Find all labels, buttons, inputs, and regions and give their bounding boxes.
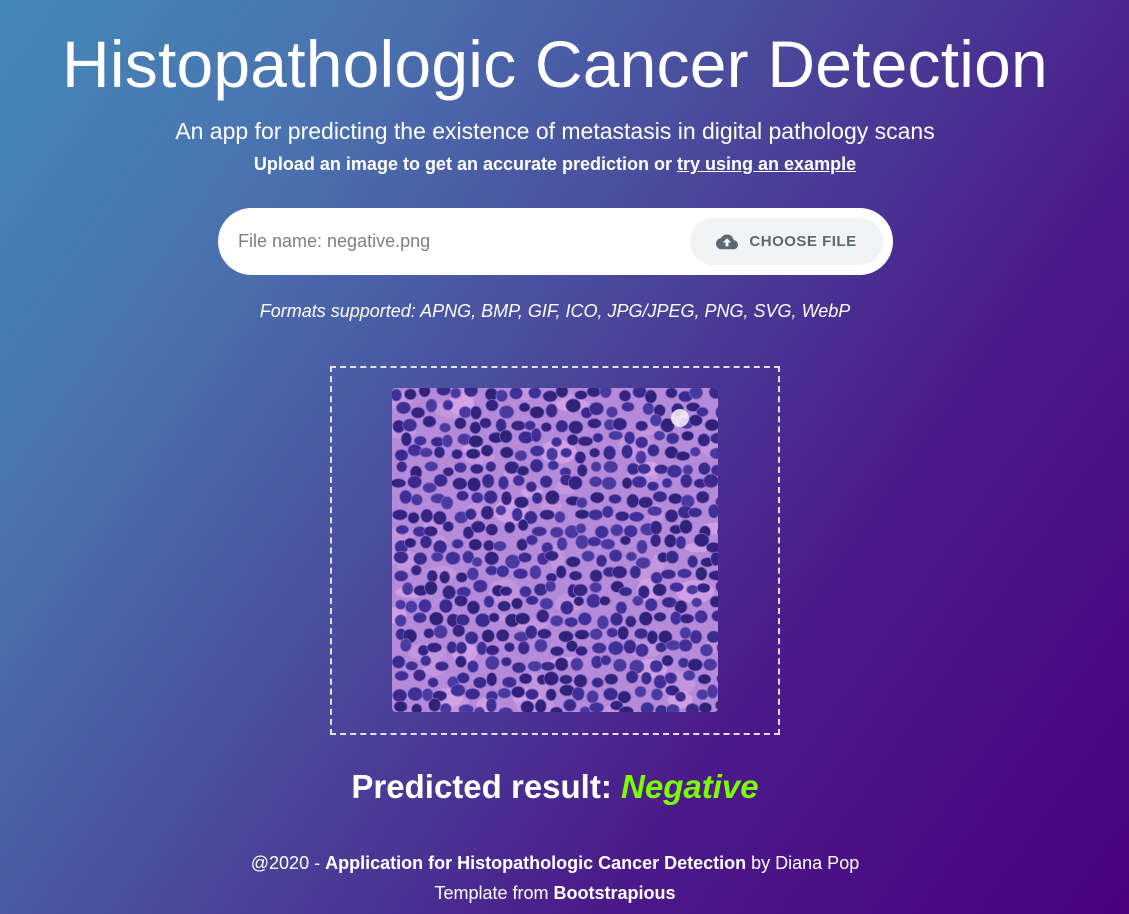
- footer-app-name: Application for Histopathologic Cancer D…: [325, 853, 747, 873]
- result-value: Negative: [621, 768, 759, 805]
- cloud-upload-icon: [716, 234, 739, 249]
- histology-image: [392, 388, 718, 712]
- upload-prompt-text: Upload an image to get an accurate predi…: [253, 154, 672, 174]
- page-subtitle: An app for predicting the existence of m…: [175, 118, 935, 144]
- footer-template: Template from Bootstrapious: [0, 880, 1110, 906]
- prediction-result: Predicted result: Negative: [0, 764, 1110, 810]
- result-label: Predicted result:: [351, 768, 612, 805]
- footer-copyright: @2020 -: [250, 853, 321, 873]
- footer-template-prefix: Template from: [434, 883, 549, 903]
- example-link[interactable]: try using an example: [677, 154, 856, 174]
- footer-author: by Diana Pop: [751, 853, 860, 873]
- uploaded-image-preview: [392, 388, 718, 712]
- page-title: Histopathologic Cancer Detection: [62, 27, 1048, 101]
- footer-credits: @2020 - Application for Histopathologic …: [0, 850, 1110, 876]
- supported-formats: Formats supported: APNG, BMP, GIF, ICO, …: [259, 301, 851, 321]
- choose-file-button[interactable]: CHOOSE FILE: [690, 218, 883, 265]
- choose-file-label: CHOOSE FILE: [749, 233, 857, 250]
- file-name-label: File name: negative.png: [238, 231, 431, 251]
- file-upload-field[interactable]: File name: negative.png CHOOSE FILE: [218, 208, 893, 275]
- footer-template-name[interactable]: Bootstrapious: [554, 883, 676, 903]
- upload-instructions: Upload an image to get an accurate predi…: [0, 152, 1110, 176]
